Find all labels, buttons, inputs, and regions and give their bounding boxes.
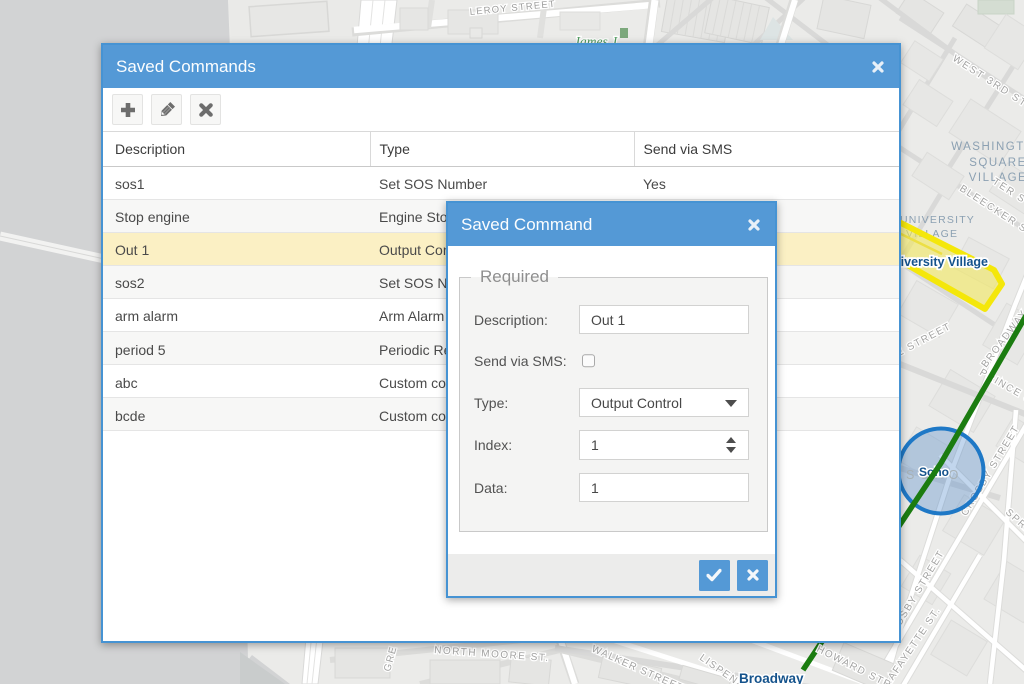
svg-text:Broadway: Broadway	[739, 671, 804, 684]
svg-text:WASHINGTON: WASHINGTON	[951, 141, 1024, 153]
svg-text:SQUARE: SQUARE	[969, 157, 1024, 169]
svg-text:UNIVERSITY: UNIVERSITY	[900, 214, 975, 226]
